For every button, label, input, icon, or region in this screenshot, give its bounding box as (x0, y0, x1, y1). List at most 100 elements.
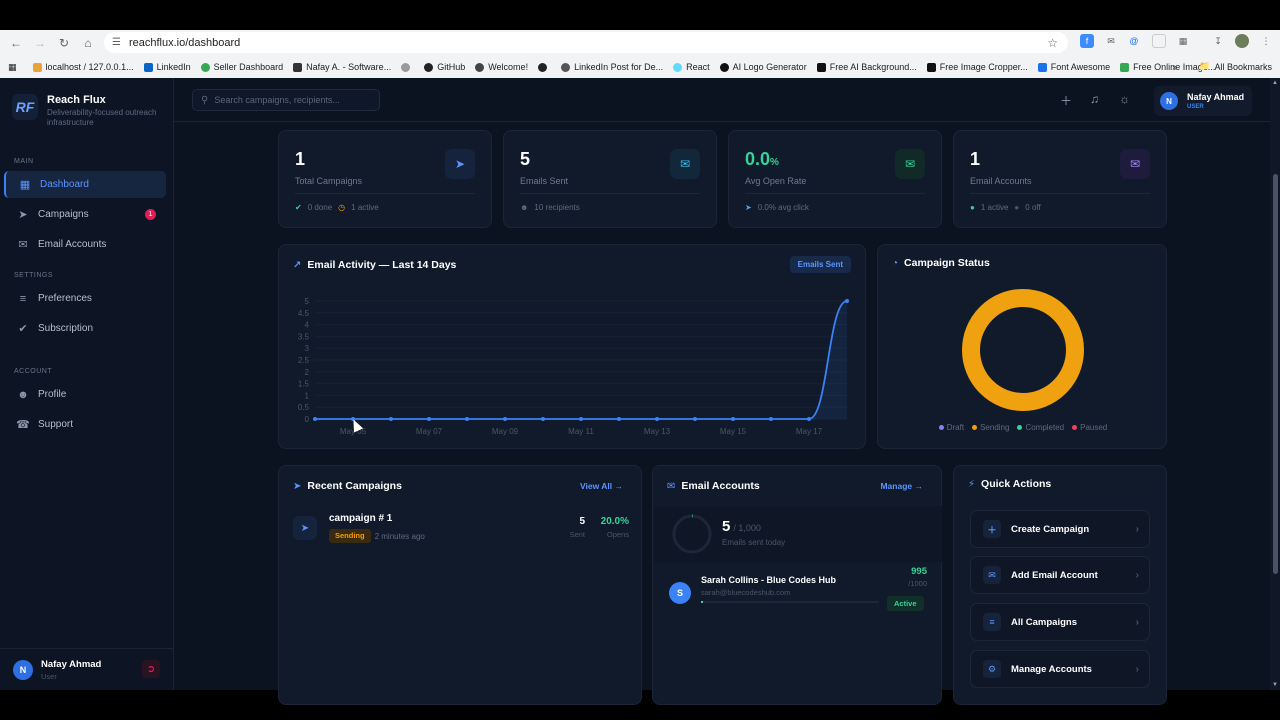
brand-name: Reach Flux (47, 94, 106, 106)
list-item[interactable]: ➤ campaign # 1 Sending 2 minutes ago 5 S… (291, 510, 631, 550)
sun-icon[interactable]: ☼ (1119, 92, 1130, 106)
y-tick-label: 0 (305, 415, 310, 424)
data-point (579, 417, 583, 421)
back-icon[interactable]: ← (6, 33, 26, 53)
send-icon: ➤ (445, 149, 475, 179)
bookmark-item[interactable] (401, 62, 414, 72)
x-tick-label: May 13 (644, 427, 671, 436)
download-icon[interactable]: ↧ (1211, 34, 1225, 48)
brand[interactable]: RF Reach Flux Deliverability-focused out… (12, 94, 163, 128)
sidebar-item-profile[interactable]: ☻ Profile (4, 381, 166, 408)
extension-icon[interactable]: f (1080, 34, 1094, 48)
bookmark-item[interactable]: LinkedIn (143, 62, 191, 72)
profile-avatar-icon[interactable] (1235, 34, 1249, 48)
puzzle-icon[interactable]: ▦ (1176, 34, 1190, 48)
data-point (769, 417, 773, 421)
scroll-down-icon[interactable]: ▼ (1272, 682, 1278, 688)
bookmark-item[interactable]: Nafay A. - Software... (293, 62, 391, 72)
campaign-time: 2 minutes ago (374, 531, 425, 541)
sidebar-item-dashboard[interactable]: ▦ Dashboard (4, 171, 166, 198)
legend-item[interactable]: Sending (972, 423, 1009, 432)
donut-segment-sending[interactable] (962, 289, 1084, 411)
stat-value: 0.0% (745, 149, 779, 169)
bell-icon[interactable]: ♫ (1090, 92, 1099, 106)
status-badge: Active (887, 596, 924, 611)
extension-icon[interactable] (1152, 34, 1166, 48)
scroll-up-icon[interactable]: ▲ (1272, 80, 1278, 86)
scroll-thumb[interactable] (1273, 174, 1278, 574)
sidebar: RF Reach Flux Deliverability-focused out… (0, 78, 174, 690)
bookmark-item[interactable]: AI Logo Generator (719, 62, 807, 72)
home-icon[interactable]: ⌂ (78, 33, 98, 53)
scrollbar[interactable]: ▲ ▼ (1270, 78, 1280, 690)
sidebar-item-campaigns[interactable]: ➤ Campaigns 1 (4, 201, 166, 228)
campaign-name: campaign # 1 (329, 513, 393, 524)
sidebar-item-preferences[interactable]: ≡ Preferences (4, 285, 166, 312)
user-menu[interactable]: N Nafay Ahmad USER (1154, 86, 1252, 116)
bolt-icon: ⚡ (968, 478, 976, 490)
site-info-icon[interactable]: ☰ (112, 37, 121, 48)
bookmark-item[interactable]: Font Awesome (1037, 62, 1110, 72)
menu-dots-icon[interactable]: ⋮ (1259, 34, 1273, 48)
search-icon: ⚲ (201, 94, 209, 106)
mail-extension-icon[interactable]: ✉ (1104, 34, 1118, 48)
chevron-right-icon: › (1135, 663, 1139, 675)
avatar: N (1160, 92, 1178, 110)
legend-item[interactable]: Draft (938, 423, 964, 432)
card-title: ➤ Recent Campaigns (293, 480, 402, 492)
section-label-main: MAIN (14, 158, 34, 165)
bookmark-item[interactable]: Seller Dashboard (200, 62, 283, 72)
at-extension-icon[interactable]: @ (1127, 34, 1141, 48)
data-point (541, 417, 545, 421)
stat-card-emails-sent: 5 Emails Sent ✉ ☻ 10 recipients (503, 130, 717, 228)
stat-footer: ☻ 10 recipients (520, 203, 580, 212)
stat-label: Total Campaigns (295, 176, 363, 186)
sidebar-item-email-accounts[interactable]: ✉ Email Accounts (4, 231, 166, 258)
data-point (845, 299, 849, 303)
plus-icon[interactable]: ＋ (1060, 92, 1072, 109)
all-bookmarks-button[interactable]: » 📁 All Bookmarks (1172, 61, 1272, 72)
account-row[interactable]: S Sarah Collins - Blue Codes Hub sarah@b… (665, 566, 933, 620)
mail-plus-icon: ✉ (983, 566, 1001, 584)
sent-label: Sent (569, 530, 585, 539)
activity-chart: 00.511.522.533.544.55May 05 May 07 May 09 M… (298, 297, 849, 436)
manage-accounts-button[interactable]: ⚙ Manage Accounts › (970, 650, 1150, 688)
sidebar-item-support[interactable]: ☎ Support (4, 411, 166, 438)
y-tick-label: 4.5 (298, 309, 310, 318)
bookmark-item[interactable]: Welcome! (475, 62, 528, 72)
search-input[interactable]: ⚲ Search campaigns, recipients... (192, 89, 380, 111)
bookmark-item[interactable]: localhost / 127.0.0.1... (32, 62, 134, 72)
reload-icon[interactable]: ↻ (54, 33, 74, 53)
y-tick-label: 5 (305, 297, 310, 306)
create-campaign-button[interactable]: ＋ Create Campaign › (970, 510, 1150, 548)
view-all-link[interactable]: View All → (580, 481, 623, 491)
bookmark-item[interactable]: Free Image Cropper... (926, 62, 1028, 72)
stat-label: Emails Sent (520, 176, 569, 186)
mail-open-icon: ✉ (895, 149, 925, 179)
avatar[interactable]: N (13, 660, 33, 680)
folder-icon: 📁 (1199, 61, 1211, 71)
bookmark-item[interactable] (538, 62, 551, 72)
legend-item[interactable]: Paused (1072, 423, 1107, 432)
bookmark-item[interactable]: React (673, 62, 710, 72)
bookmark-item[interactable]: LinkedIn Post for De... (561, 62, 663, 72)
forward-icon[interactable]: → (30, 33, 50, 53)
apps-icon[interactable]: ▦ (8, 62, 17, 73)
divider (520, 193, 700, 194)
account-name: Sarah Collins - Blue Codes Hub (701, 575, 837, 585)
bookmark-item[interactable]: GitHub (424, 62, 465, 72)
avatar: S (669, 582, 691, 604)
users-icon: ☻ (520, 203, 529, 212)
address-bar[interactable]: ☰ reachflux.io/dashboard ☆ (104, 32, 1068, 53)
chevron-right-icon: » (1172, 61, 1178, 72)
all-campaigns-button[interactable]: ≡ All Campaigns › (970, 603, 1150, 641)
manage-link[interactable]: Manage → (880, 481, 923, 491)
logout-icon[interactable]: ➲ (142, 660, 160, 678)
bookmark-star-icon[interactable]: ☆ (1047, 36, 1058, 50)
sidebar-item-subscription[interactable]: ✔ Subscription (4, 315, 166, 342)
add-email-account-button[interactable]: ✉ Add Email Account › (970, 556, 1150, 594)
campaigns-badge: 1 (145, 209, 156, 220)
bookmark-item[interactable]: Free AI Background... (816, 62, 917, 72)
sent-count: 5 (579, 516, 585, 527)
legend-item[interactable]: Completed (1017, 423, 1064, 432)
